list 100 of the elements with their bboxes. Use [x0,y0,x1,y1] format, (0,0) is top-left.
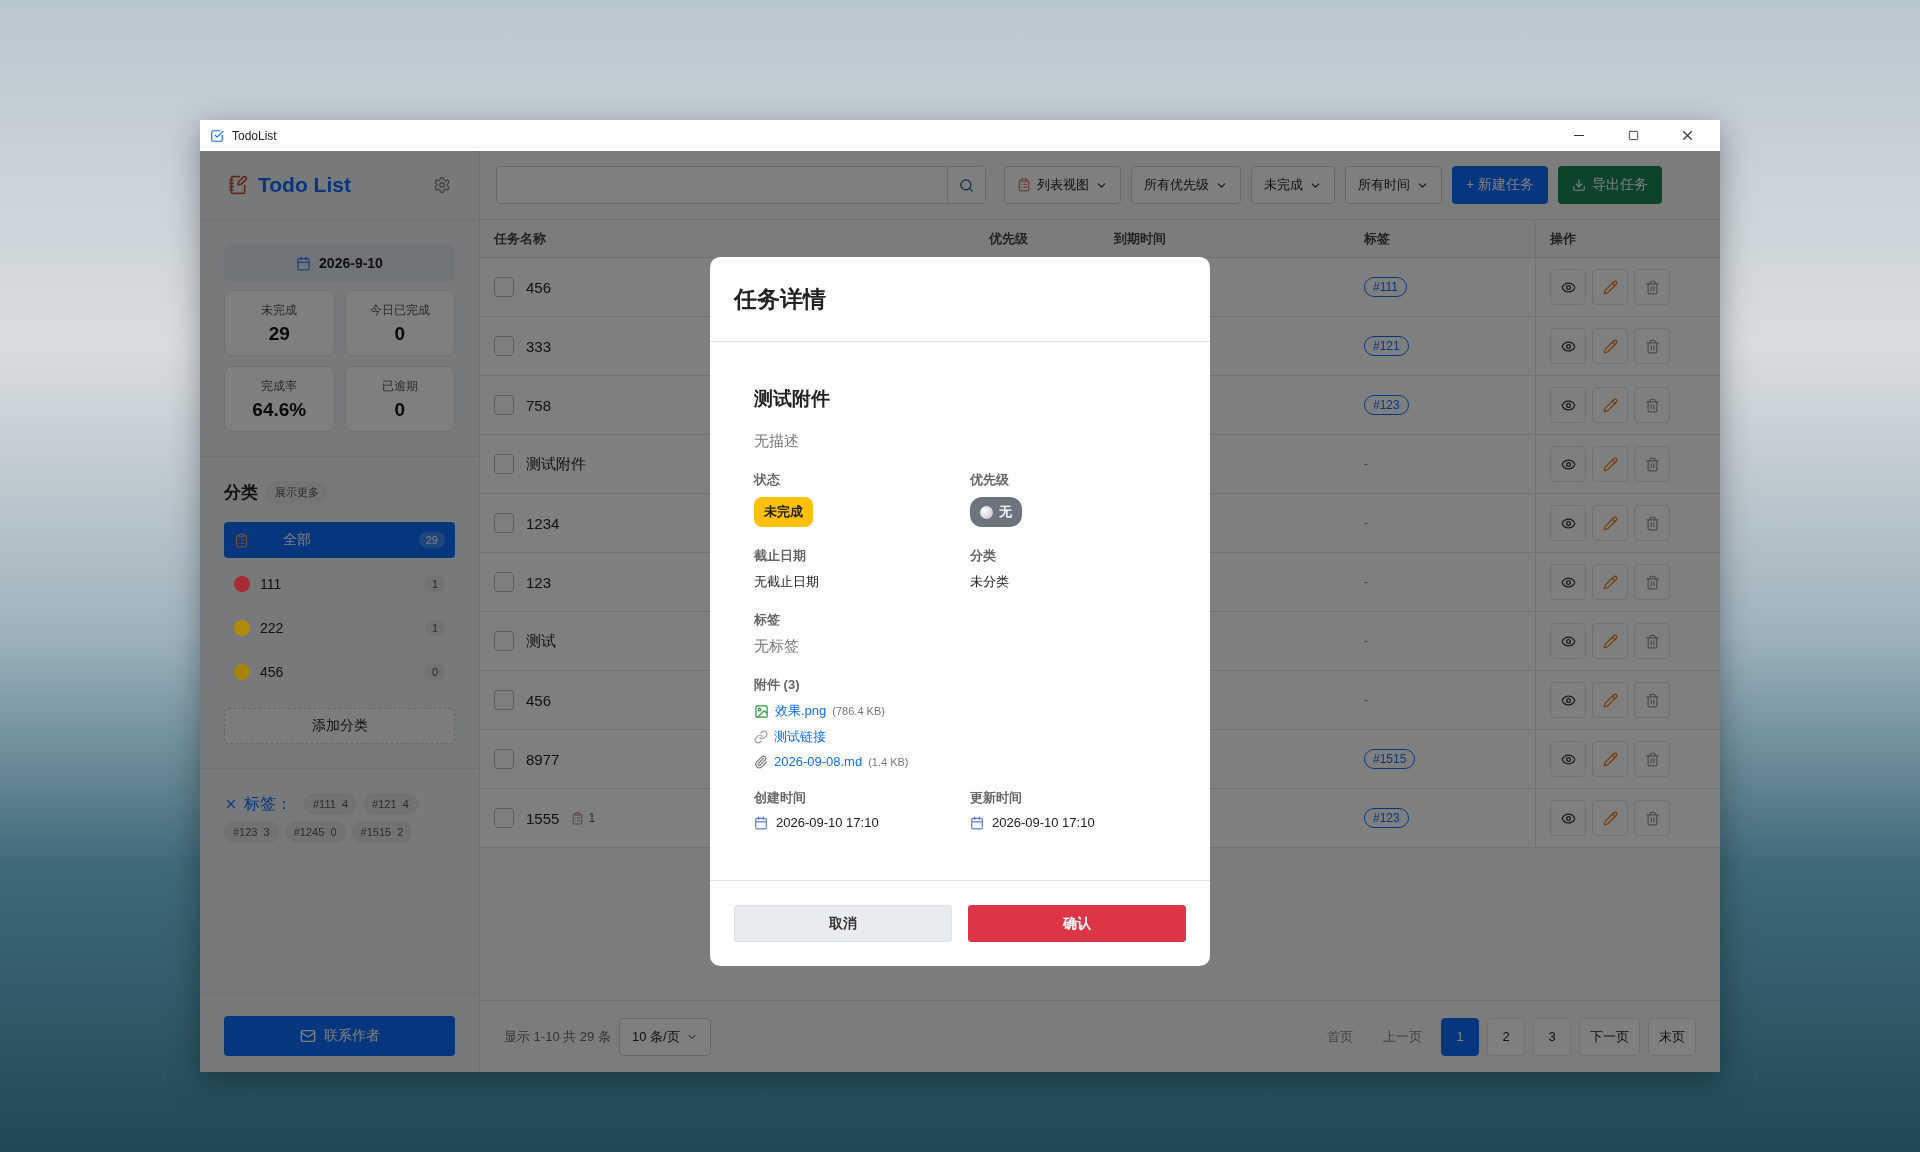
pencil-icon [1602,397,1618,413]
edit-button[interactable] [1592,741,1628,777]
edit-button[interactable] [1592,269,1628,305]
field-value: 2026-09-10 17:10 [776,815,879,830]
row-checkbox[interactable] [494,454,514,474]
pencil-icon [1602,574,1618,590]
trash-icon [1644,397,1660,413]
page-button[interactable]: 2 [1487,1017,1525,1056]
edit-button[interactable] [1592,682,1628,718]
category-item[interactable]: 111 1 [224,566,455,602]
task-name: 333 [526,337,552,355]
category-item[interactable]: 222 1 [224,610,455,646]
view-button[interactable] [1550,682,1586,718]
confirm-button[interactable]: 确认 [968,905,1186,942]
eye-icon [1560,574,1576,590]
contact-author-button[interactable]: 联系作者 [224,1016,455,1056]
field-value: 无标签 [754,637,799,656]
trash-icon [1644,751,1660,767]
delete-button[interactable] [1634,328,1670,364]
tag-chip[interactable]: #123 3 [224,821,279,843]
delete-button[interactable] [1634,446,1670,482]
view-button[interactable] [1550,741,1586,777]
delete-button[interactable] [1634,505,1670,541]
tag-chip[interactable]: #1245 0 [284,821,346,843]
edit-button[interactable] [1592,505,1628,541]
maximize-icon [1627,130,1639,141]
delete-button[interactable] [1634,682,1670,718]
row-checkbox[interactable] [494,808,514,828]
field-label: 创建时间 [754,789,806,807]
search-field[interactable] [496,166,986,204]
add-category-button[interactable]: 添加分类 [224,708,455,744]
category-name: 111 [260,576,283,592]
settings-icon[interactable] [433,176,451,194]
eye-icon [1560,279,1576,295]
row-checkbox[interactable] [494,395,514,415]
delete-button[interactable] [1634,623,1670,659]
page-button[interactable]: 3 [1533,1017,1571,1056]
view-button[interactable] [1550,446,1586,482]
edit-button[interactable] [1592,800,1628,836]
clipboard-icon [234,532,249,548]
filter-dropdown[interactable]: 列表视图 [1004,166,1121,204]
filter-dropdown[interactable]: 所有时间 [1345,166,1442,204]
pencil-icon [1602,279,1618,295]
trash-icon [1644,692,1660,708]
view-button[interactable] [1550,387,1586,423]
tag-chip[interactable]: #121 4 [363,793,418,815]
category-item[interactable]: 456 0 [224,654,455,690]
field-value: 无截止日期 [754,573,819,591]
trash-icon [1644,574,1660,590]
export-button[interactable]: 导出任务 [1558,166,1663,204]
search-button[interactable] [947,167,985,203]
page-button[interactable]: 下一页 [1579,1017,1640,1056]
edit-button[interactable] [1592,328,1628,364]
attachment-link[interactable]: 测试链接 [774,728,826,746]
row-checkbox[interactable] [494,690,514,710]
view-button[interactable] [1550,505,1586,541]
show-more-button[interactable]: 展示更多 [266,481,328,504]
edit-button[interactable] [1592,446,1628,482]
eye-icon [1560,751,1576,767]
row-checkbox[interactable] [494,336,514,356]
pencil-icon [1602,810,1618,826]
view-button[interactable] [1550,328,1586,364]
page-button[interactable]: 1 [1441,1017,1479,1056]
filter-dropdown[interactable]: 所有优先级 [1131,166,1241,204]
cross-icon [224,797,238,811]
edit-button[interactable] [1592,623,1628,659]
row-checkbox[interactable] [494,631,514,651]
view-button[interactable] [1550,564,1586,600]
status-badge: 未完成 [754,497,813,527]
view-button[interactable] [1550,269,1586,305]
new-task-button[interactable]: + 新建任务 [1452,166,1549,204]
row-checkbox[interactable] [494,749,514,769]
delete-button[interactable] [1634,387,1670,423]
cancel-button[interactable]: 取消 [734,905,952,942]
category-item[interactable]: 全部 29 [224,522,455,558]
row-checkbox[interactable] [494,277,514,297]
delete-button[interactable] [1634,741,1670,777]
envelope-icon [299,1028,316,1044]
priority-badge: 无 [970,497,1022,527]
tag-chip[interactable]: #1515 2 [351,821,413,843]
row-checkbox[interactable] [494,513,514,533]
filter-dropdown[interactable]: 未完成 [1251,166,1335,204]
edit-button[interactable] [1592,387,1628,423]
page-size-dropdown[interactable]: 10 条/页 [618,1017,711,1056]
attachment-link[interactable]: 效果.png [775,702,827,720]
view-button[interactable] [1550,800,1586,836]
category-name: 222 [260,620,285,636]
delete-button[interactable] [1634,564,1670,600]
pencil-icon [1602,338,1618,354]
row-checkbox[interactable] [494,572,514,592]
edit-button[interactable] [1592,564,1628,600]
page-button[interactable]: 末页 [1648,1017,1696,1056]
app-icon [210,128,224,143]
delete-button[interactable] [1634,269,1670,305]
delete-button[interactable] [1634,800,1670,836]
tag-chip[interactable]: #111 4 [304,793,358,815]
view-button[interactable] [1550,623,1586,659]
attachment-link[interactable]: 2026-09-08.md [774,754,863,769]
task-title: 测试附件 [754,387,831,411]
paperclip-icon [754,754,768,769]
